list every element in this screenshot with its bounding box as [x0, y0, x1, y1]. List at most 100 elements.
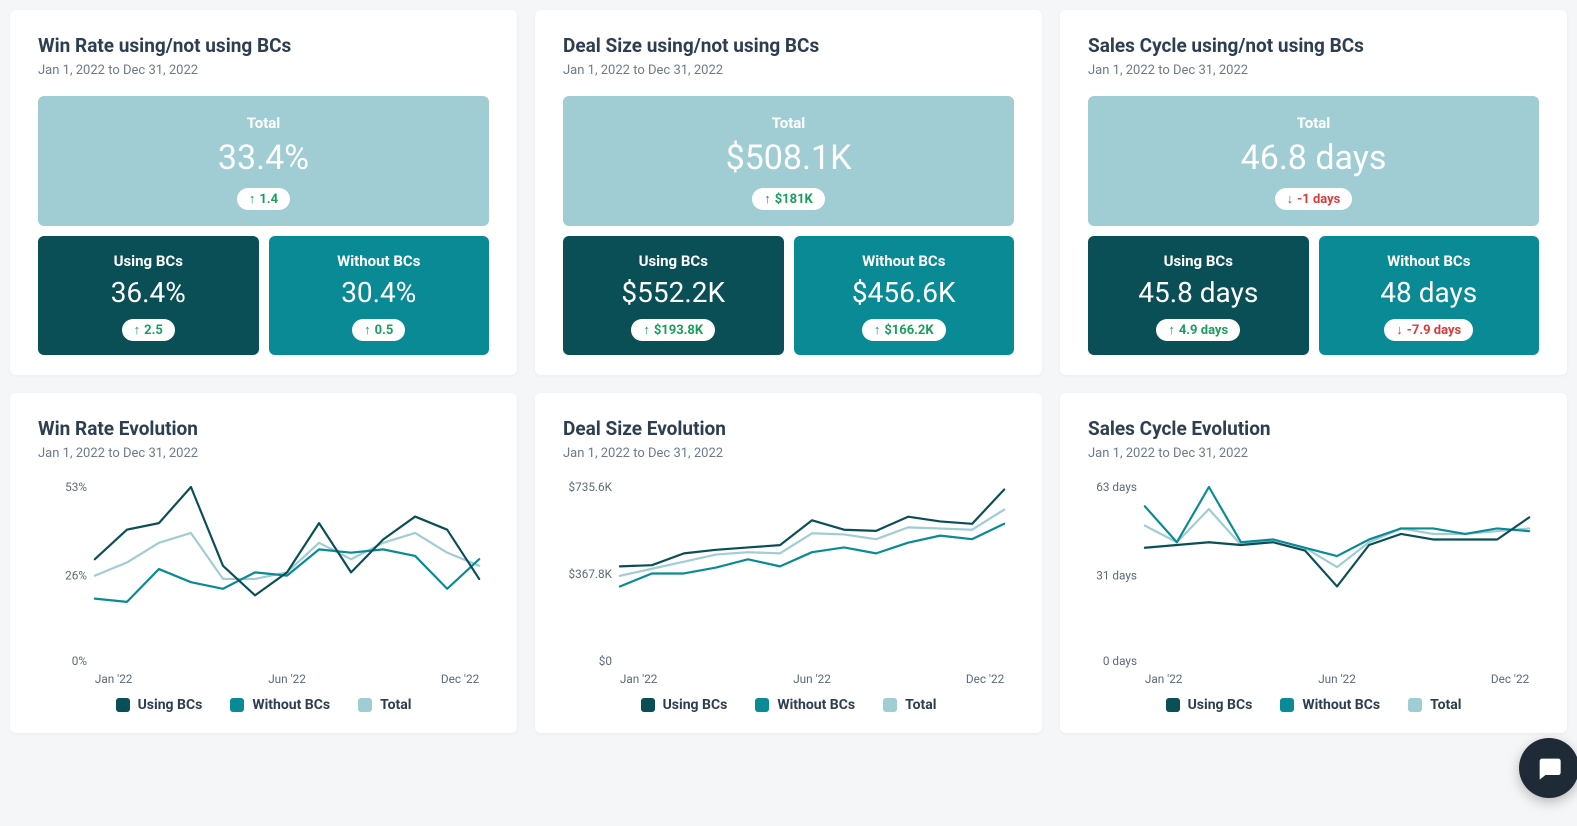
- arrow-down-icon: ↓: [1396, 322, 1403, 338]
- card-daterange: Jan 1, 2022 to Dec 31, 2022: [1088, 63, 1539, 78]
- legend-item-without: Without BCs: [755, 697, 855, 713]
- date-sep: to: [108, 446, 120, 461]
- svg-text:Jan '22: Jan '22: [95, 672, 133, 686]
- without-label: Without BCs: [794, 252, 1015, 270]
- date-sep: to: [1158, 446, 1170, 461]
- delta-text: -7.9 days: [1407, 323, 1461, 338]
- without-delta-pill: ↑ $166.2K: [862, 319, 946, 341]
- date-from: Jan 1, 2022: [563, 63, 630, 78]
- line-chart[interactable]: $735.6K $367.8K $0 Jan '22 Jun '22 Dec '22: [563, 479, 1014, 689]
- date-from: Jan 1, 2022: [38, 446, 105, 461]
- chart-card-win-rate-evolution: Win Rate Evolution Jan 1, 2022 to Dec 31…: [10, 393, 517, 733]
- delta-text: 0.5: [375, 323, 394, 338]
- svg-text:63 days: 63 days: [1096, 480, 1137, 494]
- date-from: Jan 1, 2022: [1088, 446, 1155, 461]
- svg-text:Jan '22: Jan '22: [620, 672, 658, 686]
- swatch-icon: [641, 698, 655, 712]
- using-label: Using BCs: [1088, 252, 1309, 270]
- chat-button[interactable]: [1519, 738, 1577, 798]
- svg-text:Dec '22: Dec '22: [966, 672, 1005, 686]
- kpi-card-sales-cycle: Sales Cycle using/not using BCs Jan 1, 2…: [1060, 10, 1567, 375]
- delta-text: -1 days: [1297, 192, 1340, 207]
- date-sep: to: [633, 446, 645, 461]
- card-title: Deal Size using/not using BCs: [563, 34, 1014, 57]
- svg-text:Jun '22: Jun '22: [793, 672, 831, 686]
- line-chart[interactable]: 63 days31 days0 daysJan '22Jun '22Dec '2…: [1088, 479, 1539, 689]
- card-daterange: Jan 1, 2022 to Dec 31, 2022: [38, 63, 489, 78]
- date-from: Jan 1, 2022: [38, 63, 105, 78]
- using-value: 36.4%: [38, 276, 259, 309]
- card-title: Sales Cycle Evolution: [1088, 417, 1539, 440]
- card-title: Deal Size Evolution: [563, 417, 1014, 440]
- swatch-icon: [116, 698, 130, 712]
- arrow-down-icon: ↓: [1287, 191, 1294, 207]
- svg-text:$0: $0: [599, 654, 612, 668]
- delta-text: 1.4: [259, 192, 278, 207]
- arrow-up-icon: ↑: [764, 191, 771, 207]
- total-delta-pill: ↑ $181K: [752, 188, 825, 210]
- svg-text:$367.8K: $367.8K: [569, 567, 613, 581]
- chart-legend: Using BCs Without BCs Total: [563, 697, 1014, 713]
- using-box: Using BCs 45.8 days ↑ 4.9 days: [1088, 236, 1309, 355]
- without-value: $456.6K: [794, 276, 1015, 309]
- without-label: Without BCs: [269, 252, 490, 270]
- split-row: Using BCs $552.2K ↑ $193.8K Without BCs …: [563, 236, 1014, 355]
- svg-text:Jun '22: Jun '22: [268, 672, 306, 686]
- without-box: Without BCs 48 days ↓ -7.9 days: [1319, 236, 1540, 355]
- legend-item-total: Total: [883, 697, 936, 713]
- svg-text:0 days: 0 days: [1103, 654, 1137, 668]
- without-value: 30.4%: [269, 276, 490, 309]
- legend-item-total: Total: [1408, 697, 1461, 713]
- using-box: Using BCs 36.4% ↑ 2.5: [38, 236, 259, 355]
- without-label: Without BCs: [1319, 252, 1540, 270]
- date-to: Dec 31, 2022: [123, 63, 198, 78]
- total-delta-pill: ↓ -1 days: [1275, 188, 1353, 210]
- delta-text: $166.2K: [884, 323, 933, 338]
- total-label: Total: [563, 114, 1014, 132]
- dashboard-grid: Win Rate using/not using BCs Jan 1, 2022…: [10, 10, 1567, 733]
- chat-icon: [1535, 754, 1563, 782]
- using-box: Using BCs $552.2K ↑ $193.8K: [563, 236, 784, 355]
- card-daterange: Jan 1, 2022 to Dec 31, 2022: [563, 63, 1014, 78]
- total-box: Total 33.4% ↑ 1.4: [38, 96, 489, 226]
- legend-item-without: Without BCs: [230, 697, 330, 713]
- svg-text:26%: 26%: [65, 569, 87, 583]
- chart-card-sales-cycle-evolution: Sales Cycle Evolution Jan 1, 2022 to Dec…: [1060, 393, 1567, 733]
- total-label: Total: [38, 114, 489, 132]
- line-chart[interactable]: 53%26%0%Jan '22Jun '22Dec '22: [38, 479, 489, 689]
- card-daterange: Jan 1, 2022 to Dec 31, 2022: [563, 446, 1014, 461]
- without-box: Without BCs $456.6K ↑ $166.2K: [794, 236, 1015, 355]
- chart-card-deal-size-evolution: Deal Size Evolution Jan 1, 2022 to Dec 3…: [535, 393, 1042, 733]
- card-title: Win Rate using/not using BCs: [38, 34, 489, 57]
- date-sep: to: [633, 63, 645, 78]
- swatch-icon: [883, 698, 897, 712]
- using-value: $552.2K: [563, 276, 784, 309]
- using-delta-pill: ↑ $193.8K: [631, 319, 715, 341]
- card-daterange: Jan 1, 2022 to Dec 31, 2022: [38, 446, 489, 461]
- date-to: Dec 31, 2022: [648, 63, 723, 78]
- total-box: Total 46.8 days ↓ -1 days: [1088, 96, 1539, 226]
- legend-item-using: Using BCs: [641, 697, 728, 713]
- using-label: Using BCs: [563, 252, 784, 270]
- svg-text:Jan '22: Jan '22: [1145, 672, 1183, 686]
- date-to: Dec 31, 2022: [1173, 63, 1248, 78]
- without-box: Without BCs 30.4% ↑ 0.5: [269, 236, 490, 355]
- date-from: Jan 1, 2022: [1088, 63, 1155, 78]
- total-value: $508.1K: [563, 138, 1014, 178]
- using-value: 45.8 days: [1088, 276, 1309, 309]
- arrow-up-icon: ↑: [249, 191, 256, 207]
- date-to: Dec 31, 2022: [648, 446, 723, 461]
- arrow-up-icon: ↑: [1168, 322, 1175, 338]
- chart-legend: Using BCs Without BCs Total: [1088, 697, 1539, 713]
- svg-text:Dec '22: Dec '22: [441, 672, 480, 686]
- card-title: Sales Cycle using/not using BCs: [1088, 34, 1539, 57]
- arrow-up-icon: ↑: [643, 322, 650, 338]
- kpi-card-win-rate: Win Rate using/not using BCs Jan 1, 2022…: [10, 10, 517, 375]
- legend-item-total: Total: [358, 697, 411, 713]
- delta-text: 4.9 days: [1179, 323, 1228, 338]
- without-delta-pill: ↓ -7.9 days: [1384, 319, 1473, 341]
- kpi-card-deal-size: Deal Size using/not using BCs Jan 1, 202…: [535, 10, 1042, 375]
- svg-text:$735.6K: $735.6K: [569, 480, 613, 494]
- without-value: 48 days: [1319, 276, 1540, 309]
- arrow-up-icon: ↑: [364, 322, 371, 338]
